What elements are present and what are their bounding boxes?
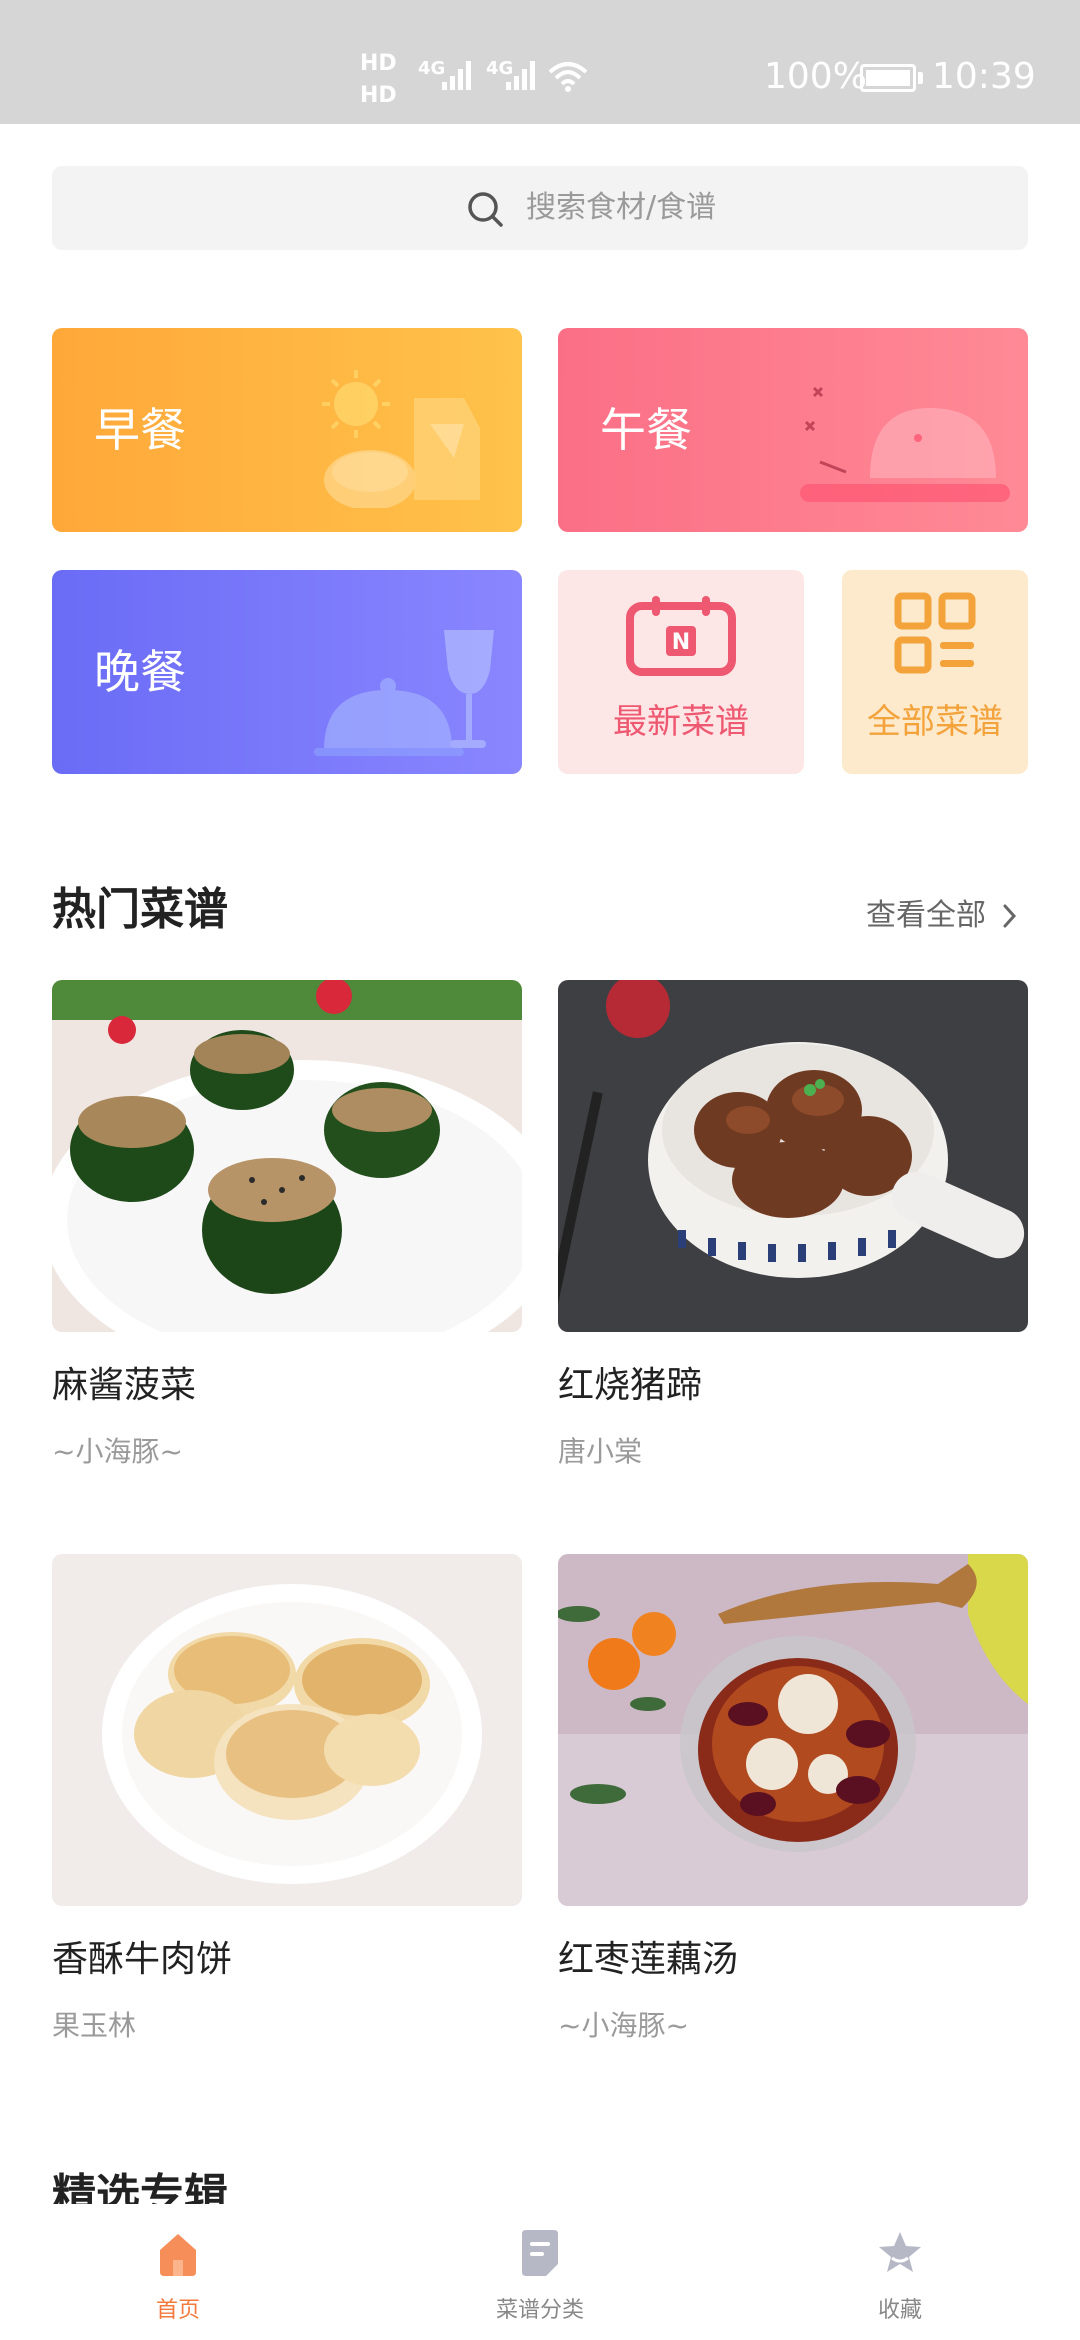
beef-pie-illustration [52,1554,522,1906]
home-icon [160,2234,196,2276]
grid-list-icon [894,592,976,674]
category-lunch-label: 午餐 [600,403,692,457]
featured-albums-title: 精选专辑 [52,2170,228,2204]
hd-label-2: HD [360,83,397,108]
category-breakfast[interactable]: 早餐 [52,328,522,532]
hot-recipes-title: 热门菜谱 [52,884,228,935]
recipe-image-pork-trotters[interactable] [558,980,1028,1332]
recipe-author: 果玉林 [52,2009,137,2042]
spinach-dish-illustration [52,980,522,1332]
recipe-name[interactable]: 麻酱菠菜 [52,1362,196,1410]
recipe-name[interactable]: 香酥牛肉饼 [52,1936,232,1984]
breakfast-icon [322,370,480,508]
category-new-recipes-label: 最新菜谱 [613,702,749,742]
nav-home-label: 首页 [155,2298,200,2323]
category-all-recipes[interactable]: 全部菜谱 [842,570,1028,774]
recipe-image-beef-pie[interactable] [52,1554,522,1906]
category-icon [522,2230,558,2276]
lunch-icon [800,386,1010,502]
hd-label-1: HD [360,51,397,76]
dinner-icon [314,630,494,756]
wifi-icon [548,62,588,92]
star-icon [879,2232,921,2272]
recipe-author: ~小海豚~ [52,1435,183,1468]
watermark [958,2290,1068,2330]
status-bar: HD HD 4G 4G 100% 10:39 [0,0,1080,124]
clock: 10:39 [932,56,1036,97]
recipe-name[interactable]: 红枣莲藕汤 [558,1936,738,1984]
category-lunch[interactable]: 午餐 [558,328,1028,532]
category-dinner[interactable]: 晚餐 [52,570,522,774]
recipe-image-lotus-soup[interactable] [558,1554,1028,1906]
nav-home[interactable]: 首页 [78,2204,278,2340]
nav-categories[interactable]: 菜谱分类 [440,2204,640,2340]
recipe-name[interactable]: 红烧猪蹄 [558,1362,702,1410]
recipe-author: ~小海豚~ [558,2009,689,2042]
category-breakfast-label: 早餐 [94,403,186,457]
bottom-nav: 首页 菜谱分类 收藏 [0,2204,1080,2340]
see-all-link[interactable]: 查看全部 [866,896,986,936]
signal-icon-2 [506,61,535,90]
recipe-image-spinach[interactable] [52,980,522,1332]
battery-percent: 100% [764,56,867,97]
search-input[interactable]: 搜索食材/食谱 [52,166,1028,250]
search-icon [468,192,503,227]
category-all-recipes-label: 全部菜谱 [867,702,1003,742]
calendar-new-icon: N [626,596,736,676]
battery-icon [860,64,916,92]
search-placeholder: 搜索食材/食谱 [526,190,717,225]
recipe-author: 唐小棠 [558,1435,643,1468]
nav-categories-label: 菜谱分类 [495,2298,584,2323]
pork-trotters-illustration [558,980,1028,1332]
lotus-soup-illustration [558,1554,1028,1906]
category-dinner-label: 晚餐 [94,645,186,699]
battery-tip [918,72,923,84]
category-new-recipes[interactable]: N 最新菜谱 [558,570,804,774]
signal-icon-1 [442,61,471,90]
chevron-right-icon[interactable] [1000,902,1020,930]
svg-text:N: N [672,630,690,655]
hd-indicator: HD HD [360,48,397,112]
